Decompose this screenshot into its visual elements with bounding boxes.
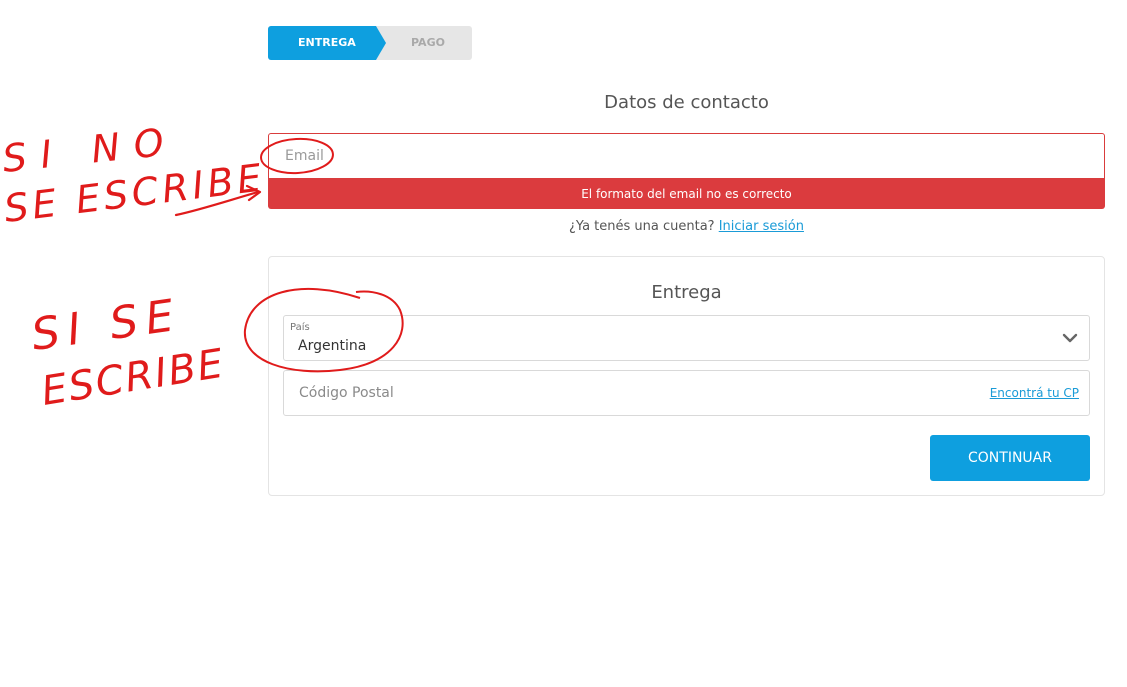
step-arrow [376,26,386,60]
chevron-down-icon [1062,333,1078,343]
delivery-title: Entrega [651,282,722,303]
login-row: ¿Ya tenés una cuenta? Iniciar sesión [268,219,1105,234]
annotation-note-2-line-1: SI SE [28,289,184,360]
contact-title: Datos de contacto [604,92,769,113]
annotation-note-2-line-2: ESCRIBE [38,341,228,415]
country-value: Argentina [298,338,367,354]
annotation-note-1-line-2: SE ESCRIBE [2,155,268,231]
annotation-note-1: SI NO SE ESCRIBE [0,119,267,231]
country-label: País [290,322,310,333]
annotation-arrow [174,190,260,217]
login-link[interactable]: Iniciar sesión [719,219,804,234]
step-entrega[interactable]: ENTREGA [268,26,376,60]
postal-code-field: Encontrá tu CP [283,370,1090,416]
email-input[interactable] [268,133,1105,179]
step-pago[interactable]: PAGO [411,26,445,60]
annotation-note-1-line-1: SI NO [0,119,179,181]
country-select[interactable]: País Argentina [283,315,1090,361]
checkout-steps: ENTREGA PAGO [268,26,472,60]
continue-button[interactable]: CONTINUAR [930,435,1090,481]
delivery-card: Entrega País Argentina Encontrá tu CP CO… [268,256,1105,496]
annotation-note-2: SI SE ESCRIBE [28,289,228,414]
email-error-message: El formato del email no es correcto [268,179,1105,209]
annotation-arrow-head [245,184,262,202]
login-prompt: ¿Ya tenés una cuenta? [569,219,715,234]
postal-code-input[interactable] [284,371,964,415]
find-cp-link[interactable]: Encontrá tu CP [990,386,1079,400]
